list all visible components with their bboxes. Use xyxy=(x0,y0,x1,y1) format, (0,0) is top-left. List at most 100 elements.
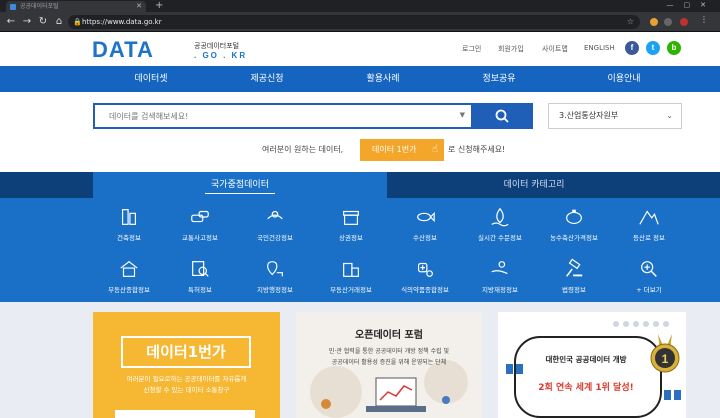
quote-open-icon xyxy=(506,364,523,374)
category-item[interactable]: 건축정보 xyxy=(93,206,165,250)
card1-desc: 여러분이 필요로하는 공공데이터를 자유롭게 신청할 수 있는 데이터 소통창구 xyxy=(126,375,247,394)
bookmark-star-icon[interactable]: ☆ xyxy=(627,15,634,29)
category-item[interactable]: 법령정보 xyxy=(538,258,610,302)
category-item[interactable]: 실시간 수문정보 xyxy=(464,206,536,250)
data-request-button[interactable]: 데이터 1번가 ☝ xyxy=(360,139,444,161)
org-select[interactable]: 3.산업통상자원부 ⌄ xyxy=(548,103,682,129)
category-item-label: 지방행정정보 xyxy=(257,286,293,294)
piggy-bank-icon xyxy=(566,209,582,225)
category-item[interactable]: 부동산거래정보 xyxy=(315,258,387,302)
logo-domain: . GO . KR xyxy=(194,51,248,60)
category-item-label: 부동산종합정보 xyxy=(108,286,150,294)
new-tab-button[interactable]: + xyxy=(155,0,163,11)
category-item[interactable]: 등산로 정보 xyxy=(613,206,685,250)
logo-subtitle: 공공데이터포털 xyxy=(194,42,240,50)
sitemap-link[interactable]: 사이트맵 xyxy=(542,44,568,54)
fish-icon xyxy=(417,211,435,223)
store-icon xyxy=(343,210,359,225)
caret-down-icon[interactable]: ▼ xyxy=(460,111,465,119)
facebook-icon[interactable]: f xyxy=(625,41,639,55)
mountain-icon xyxy=(639,210,659,225)
category-item-label: 법령정보 xyxy=(562,286,586,294)
category-item[interactable]: 수산정보 xyxy=(389,206,461,250)
search-input[interactable] xyxy=(95,105,455,127)
category-item-label: 실시간 수문정보 xyxy=(478,234,522,242)
request-suffix: 로 신청해주세요! xyxy=(448,145,506,154)
home-icon[interactable]: ⌂ xyxy=(52,14,66,30)
url-field[interactable]: 🔒 https://www.data.go.kr ☆ xyxy=(68,15,640,29)
browser-tabbar: 공공데이터포털 ✕ + —▢✕ xyxy=(0,0,720,12)
category-item[interactable]: 교통사고정보 xyxy=(164,206,236,250)
search-button[interactable] xyxy=(471,103,533,129)
signup-link[interactable]: 회원가입 xyxy=(498,44,524,54)
forward-icon[interactable]: → xyxy=(20,14,34,30)
english-link[interactable]: ENGLISH xyxy=(584,44,615,52)
promo-card-world-rank[interactable]: 대한민국 공공데이터 개방 2회 연속 세계 1위 달성! 1 xyxy=(498,312,686,418)
favicon-icon xyxy=(10,4,16,10)
svg-text:1: 1 xyxy=(662,352,669,366)
category-item-label: 상권정보 xyxy=(339,234,363,242)
login-link[interactable]: 로그인 xyxy=(462,44,481,54)
house-icon xyxy=(120,260,138,277)
menu-dots-icon[interactable]: ⋮ xyxy=(700,15,708,24)
logo[interactable]: DATA xyxy=(92,37,154,63)
back-icon[interactable]: ← xyxy=(4,14,18,30)
medicine-icon xyxy=(417,262,433,277)
search-box: ▼ xyxy=(93,103,473,129)
category-item-label: + 더보기 xyxy=(636,286,662,294)
site-header: DATA 공공데이터포털 . GO . KR 로그인 회원가입 사이트맵 ENG… xyxy=(0,32,720,66)
category-item[interactable]: 상권정보 xyxy=(315,206,387,250)
twitter-icon[interactable]: t xyxy=(646,41,660,55)
search-area: ▼ 3.산업통상자원부 ⌄ 여러분이 원하는 데이터, 데이터 1번가 ☝ 로 … xyxy=(0,92,720,172)
browser-tab-title: 공공데이터포털 xyxy=(20,3,59,10)
chevron-down-icon: ⌄ xyxy=(666,111,673,120)
extension-icon[interactable] xyxy=(664,18,672,26)
card1-title: 데이터1번가 xyxy=(121,336,251,368)
data-request-button-label: 데이터 1번가 xyxy=(372,145,417,154)
nav-item-info[interactable]: 정보공유 xyxy=(441,66,557,92)
browser-tab[interactable]: 공공데이터포털 ✕ xyxy=(6,1,146,12)
nav-item-guide[interactable]: 이용안내 xyxy=(566,66,682,92)
org-select-value: 3.산업통상자원부 xyxy=(559,111,619,120)
promo-section: 데이터1번가 여러분이 필요로하는 공공데이터를 자유롭게 신청할 수 있는 데… xyxy=(0,302,720,418)
category-item[interactable]: 부동산종합정보 xyxy=(93,258,165,302)
category-item-label: 교통사고정보 xyxy=(182,234,218,242)
more-search-icon xyxy=(641,261,657,277)
extension-icon[interactable] xyxy=(650,18,658,26)
patent-magnifier-icon xyxy=(192,261,209,277)
category-panel: 국가중점데이터 데이터 카테고리 건축정보 교통사고정보 국민건강정보 상권정보 수산정… xyxy=(0,172,720,302)
hand-pointer-icon: ☝ xyxy=(431,144,438,155)
search-icon xyxy=(495,109,509,123)
category-item[interactable]: 농수축산가격정보 xyxy=(538,206,610,250)
category-item[interactable]: 지방재정정보 xyxy=(464,258,536,302)
promo-card-forum[interactable]: 오픈데이터 포럼 민·관 협력을 통한 공공데이터 개방 정책 수립 및 공공데… xyxy=(296,312,482,418)
reload-icon[interactable]: ↻ xyxy=(36,14,50,30)
request-prefix: 여러분이 원하는 데이터, xyxy=(262,145,344,154)
category-item[interactable]: 특허정보 xyxy=(164,258,236,302)
tab-data-category[interactable]: 데이터 카테고리 xyxy=(387,172,681,198)
extension-icon[interactable] xyxy=(680,18,688,26)
real-estate-icon xyxy=(343,262,359,277)
card1-bar xyxy=(115,410,255,418)
card2-desc: 민·관 협력을 통한 공공데이터 개방 정책 수립 및 공공데이터 활용성 증진… xyxy=(328,348,450,366)
water-drop-icon xyxy=(491,207,509,227)
nav-item-request[interactable]: 제공신청 xyxy=(209,66,325,92)
blog-icon[interactable]: b xyxy=(667,41,681,55)
category-item[interactable]: 국민건강정보 xyxy=(239,206,311,250)
gold-medal-icon: 1 xyxy=(650,334,680,373)
category-item[interactable]: 지방행정정보 xyxy=(239,258,311,302)
window-controls[interactable]: —▢✕ xyxy=(667,0,716,11)
hand-coin-icon xyxy=(491,261,508,275)
building-icon xyxy=(121,209,137,225)
category-item-label: 농수축산가격정보 xyxy=(550,234,598,242)
card3-line2: 2회 연속 세계 1위 달성! xyxy=(538,383,634,393)
close-tab-icon[interactable]: ✕ xyxy=(136,1,142,12)
dots-decoration xyxy=(613,321,669,327)
promo-card-data-request[interactable]: 데이터1번가 여러분이 필요로하는 공공데이터를 자유롭게 신청할 수 있는 데… xyxy=(93,312,280,418)
category-item[interactable]: + 더보기 xyxy=(613,258,685,302)
category-item-label: 식의약품종합정보 xyxy=(401,286,449,294)
nav-item-cases[interactable]: 활용사례 xyxy=(325,66,441,92)
tab-national-data[interactable]: 국가중점데이터 xyxy=(93,172,387,198)
category-item[interactable]: 식의약품종합정보 xyxy=(389,258,461,302)
nav-item-dataset[interactable]: 데이터셋 xyxy=(93,66,209,92)
